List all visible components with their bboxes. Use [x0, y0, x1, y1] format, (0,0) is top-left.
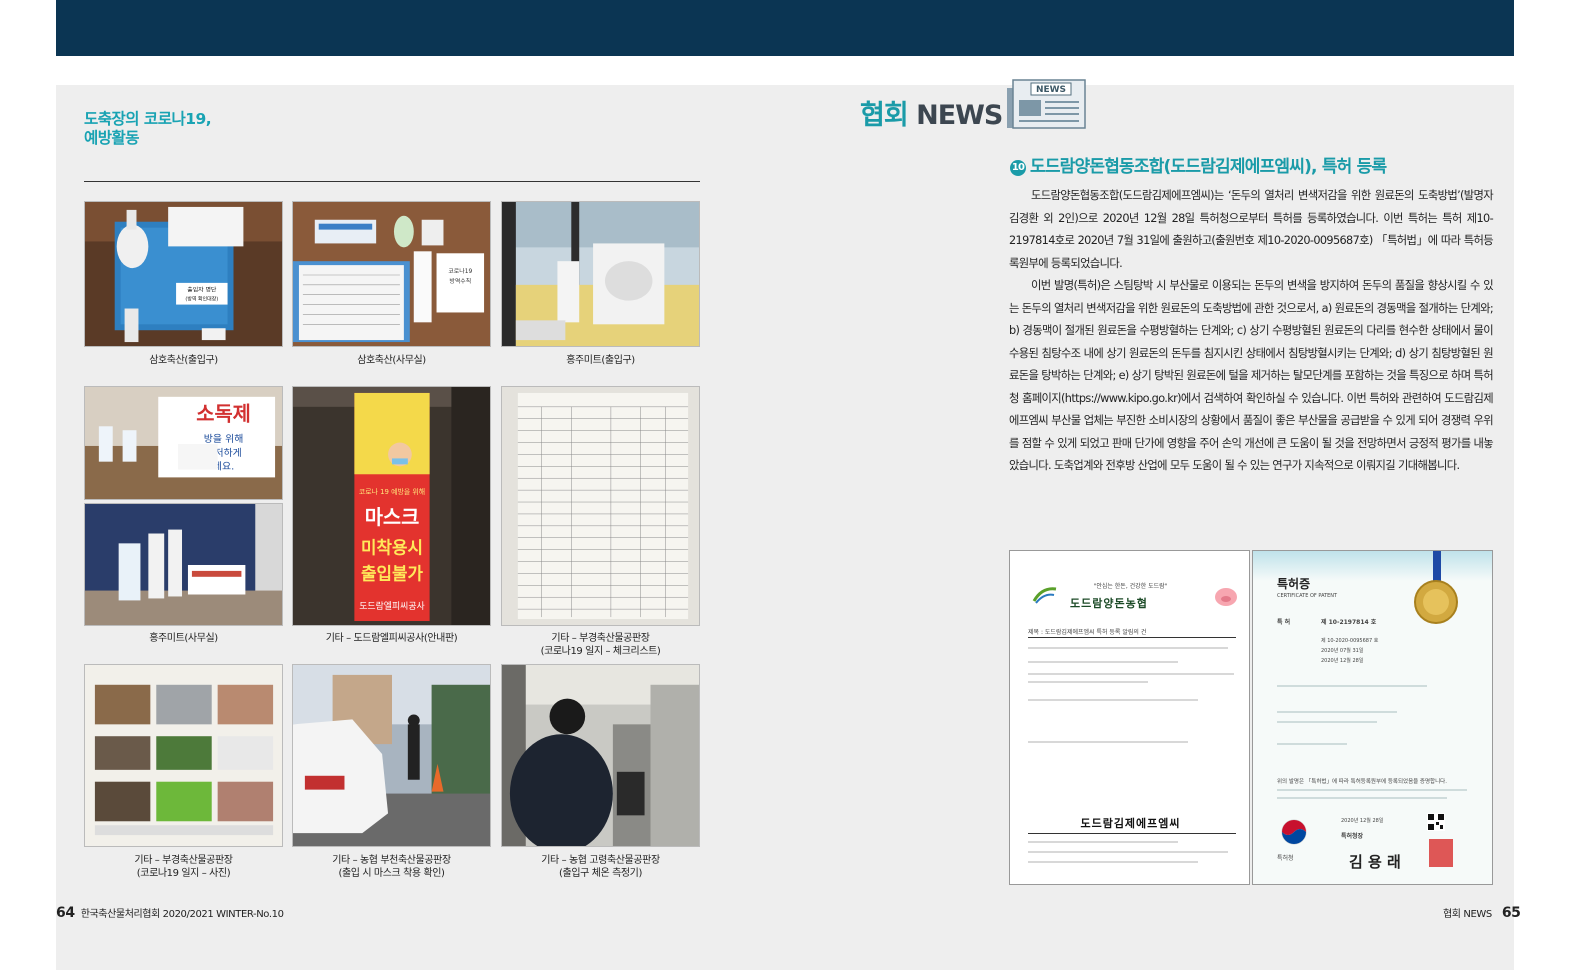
certificate-agency: 특허청 — [1277, 855, 1294, 862]
photo-hongju-office-bottom — [84, 503, 283, 626]
certificate-statement: 위의 발명은 「특허법」에 따라 특허등록원부에 등록되었음을 증명합니다. — [1277, 779, 1447, 785]
footer-text: 한국축산물처리협회 2020/2021 WINTER-No.10 — [80, 909, 284, 920]
newspaper-icon-label: NEWS — [1036, 85, 1066, 95]
brand-main: 협회 — [860, 100, 909, 131]
photo-goryeong-thermometer — [501, 664, 700, 847]
article-title: 10 도드람양돈협동조합(도드람김제에프엠씨), 특허 등록 — [1010, 152, 1387, 177]
photo-sign-text: 방역수칙 — [449, 277, 471, 285]
photo-caption: 기타 – 농협 부천축산물공판장 (출입 시 마스크 착용 확인) — [292, 854, 491, 880]
photo-caption: 삼호축산(사무실) — [357, 355, 426, 366]
section-title: 도축장의 코로나19, 예방활동 — [84, 110, 212, 148]
certificate-title: 특허증 — [1277, 577, 1311, 591]
photo-caption: 기타 – 부경축산물공판장 (코로나19 일지 – 사진) — [84, 854, 283, 880]
footer-text: 협회 NEWS — [1443, 909, 1492, 920]
photo-caption-line2: (출입 시 마스크 착용 확인) — [338, 868, 445, 879]
photo-sign-text: 소독제 — [196, 402, 251, 425]
certificate-patent-number: 제 10-2197814 호 — [1321, 619, 1377, 626]
gold-seal-icon — [1414, 580, 1458, 624]
photo-checklist — [501, 386, 700, 626]
section-rule — [84, 181, 700, 182]
letter-subject: 제목 : 도드람김제에프엠씨 특허 등록 알림의 건 — [1028, 629, 1147, 636]
photo-caption-line2: (코로나19 일지 – 체크리스트) — [540, 646, 661, 657]
photo-caption: 기타 – 부경축산물공판장 (코로나19 일지 – 체크리스트) — [501, 632, 700, 658]
certificate-signature: 김 용 래 — [1349, 853, 1401, 871]
letter-signature: 도드람김제에프엠씨 — [1080, 817, 1181, 830]
banner-text: 도드람엘피씨공사 — [359, 600, 425, 612]
section-title-line1: 도축장의 코로나19, — [84, 110, 212, 128]
official-stamp-icon — [1429, 839, 1453, 867]
photo-caption: 기타 – 농협 고령축산물공판장 (출입구 체온 측정기) — [501, 854, 700, 880]
banner-text: 마스크 — [365, 506, 420, 529]
right-footer: 협회 NEWS 65 — [1443, 905, 1521, 921]
letter-org-name: 도드람양돈농협 — [1070, 597, 1148, 610]
article-title-text: 도드람양돈협동조합(도드람김제에프엠씨), 특허 등록 — [1030, 157, 1387, 177]
photo-caption: 홍주미트(사무실) — [149, 633, 218, 644]
page-number: 65 — [1501, 905, 1521, 921]
header-band — [56, 0, 1514, 56]
kipo-emblem-icon — [1281, 819, 1307, 845]
photo-caption-line1: 기타 – 부경축산물공판장 — [134, 855, 233, 866]
banner-text: 코로나 19 예방을 위해 — [359, 487, 425, 496]
certificate-patent-label: 특 허 — [1277, 619, 1291, 626]
photo-samho-entrance: 출입자 명단 (방역 확인대장) — [84, 201, 283, 347]
photo-sign-text: 방을 위해 — [204, 432, 244, 445]
certificate-issuer: 특허청장 — [1341, 833, 1364, 840]
photo-caption-line2: (코로나19 일지 – 사진) — [136, 868, 231, 879]
photo-caption: 삼호축산(출입구) — [149, 355, 218, 366]
patent-certificate-image: 특허증 CERTIFICATE OF PATENT 특 허 제 10-21978… — [1252, 550, 1493, 885]
qr-code-icon — [1427, 813, 1445, 831]
photo-caption: 홍주미트(출입구) — [566, 355, 635, 366]
banner-text: 미착용시 — [361, 538, 423, 558]
photo-bucheon-entrance — [292, 664, 491, 847]
section-title-line2: 예방활동 — [84, 129, 140, 147]
page-number: 64 — [56, 905, 75, 921]
dodram-mascot-icon — [1215, 588, 1237, 606]
photo-covid-log-photos — [84, 664, 283, 847]
photo-caption-line1: 기타 – 농협 고령축산물공판장 — [541, 855, 660, 866]
article-body: 도드람양돈협동조합(도드람김제에프엠씨)는 ‘돈두의 열처리 변색저감을 위한 … — [1009, 185, 1494, 478]
photo-caption-line2: (출입구 체온 측정기) — [559, 868, 642, 879]
photo-sign-text: (방역 확인대장) — [185, 296, 218, 303]
section-brand: 협회 NEWS — [860, 93, 1003, 132]
left-footer: 64 한국축산물처리협회 2020/2021 WINTER-No.10 — [56, 905, 284, 921]
newspaper-icon: NEWS — [1007, 79, 1086, 129]
photo-dodram-banner: 코로나 19 예방을 위해 마스크 미착용시 출입불가 도드람엘피씨공사 — [292, 386, 491, 626]
photo-caption-line1: 기타 – 부경축산물공판장 — [551, 633, 650, 644]
photo-hongju-entrance — [501, 201, 700, 347]
photo-caption: 기타 – 도드람엘피씨공사(안내판) — [325, 633, 458, 644]
official-letter-image: "안심는 한돈, 건강한 도드람" 도드람양돈농협 제목 : 도드람김제에프엠씨… — [1009, 550, 1250, 885]
certificate-filing-date: 2020년 07월 31일 — [1321, 648, 1364, 654]
brand-sub: NEWS — [916, 100, 1003, 131]
article-number-badge: 10 — [1010, 160, 1026, 176]
certificate-subtitle: CERTIFICATE OF PATENT — [1277, 593, 1338, 599]
certificate-application-number: 제 10-2020-0095687 호 — [1321, 638, 1379, 644]
photo-sign-text: 출입자 명단 — [187, 286, 217, 294]
certificate-issue-date: 2020년 12월 28일 — [1341, 818, 1384, 824]
certificate-registration-date: 2020년 12월 28일 — [1321, 658, 1364, 664]
photo-sign-text: 코로나19 — [448, 267, 472, 275]
photo-samho-office: 코로나19 방역수칙 — [292, 201, 491, 347]
photo-caption-line1: 기타 – 농협 부천축산물공판장 — [332, 855, 451, 866]
article-paragraph: 도드람양돈협동조합(도드람김제에프엠씨)는 ‘돈두의 열처리 변색저감을 위한 … — [1009, 189, 1494, 270]
photo-hongju-office-top: 소독제 방을 위해 철저하게 세요. — [84, 386, 283, 500]
banner-text: 출입불가 — [361, 563, 423, 583]
article-paragraph: 이번 발명(특허)은 스팀탕박 시 부산물로 이용되는 돈두의 변색을 방지하여… — [1009, 279, 1494, 472]
